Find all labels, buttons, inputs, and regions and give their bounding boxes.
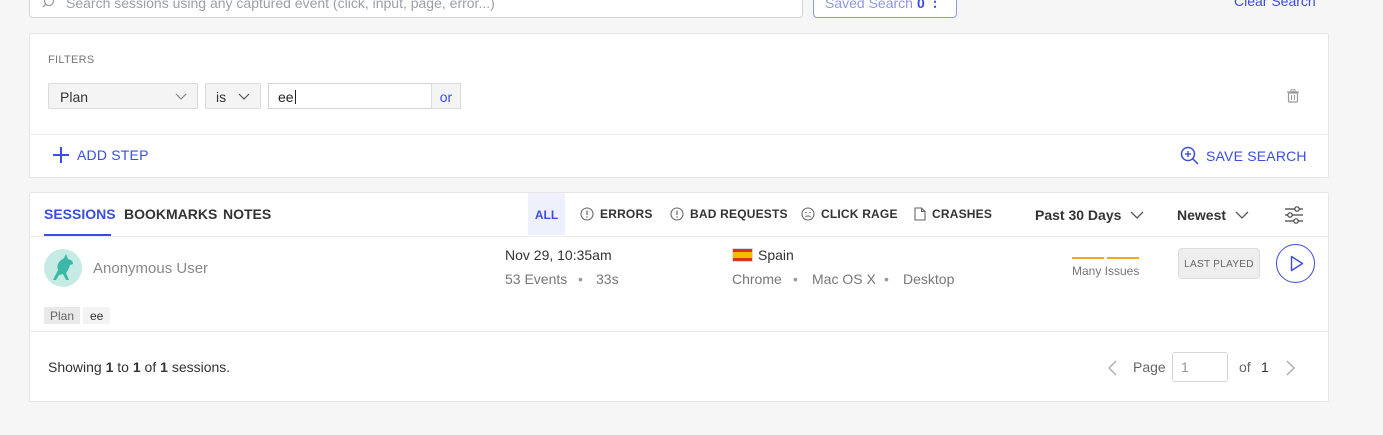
alert-circle-icon <box>580 207 594 221</box>
divider <box>30 134 1328 135</box>
session-browser: Chrome <box>732 271 782 287</box>
issue-indicator <box>1107 257 1139 259</box>
filter-click-rage-label: CLICK RAGE <box>821 207 898 221</box>
chevron-right-icon[interactable] <box>1284 360 1296 376</box>
event-count: 53 Events <box>505 271 568 287</box>
sort-dropdown[interactable]: Newest <box>1177 207 1249 223</box>
divider <box>30 236 1328 237</box>
filter-all[interactable]: ALL <box>528 193 565 235</box>
filters-panel: FILTERS Plan is ee or ADD STEP SAVE SEAR… <box>29 33 1329 178</box>
save-search-label: SAVE SEARCH <box>1206 147 1307 164</box>
period-value: Past 30 Days <box>1035 207 1122 223</box>
page-label: Page <box>1133 359 1166 375</box>
of-label: of <box>1239 359 1251 375</box>
session-duration: 33s <box>596 271 619 287</box>
sliders-icon[interactable] <box>1284 205 1304 225</box>
issue-indicator <box>1072 257 1104 259</box>
plus-icon <box>52 146 70 164</box>
chevron-down-icon <box>1235 210 1249 220</box>
add-step-button[interactable]: ADD STEP <box>52 146 149 164</box>
filter-bad-requests[interactable]: BAD REQUESTS <box>670 207 788 221</box>
showing-prefix: Showing <box>48 359 102 375</box>
sort-value: Newest <box>1177 207 1227 223</box>
chevron-down-icon <box>175 91 187 101</box>
add-step-label: ADD STEP <box>77 147 149 163</box>
chevron-down-icon <box>1130 210 1144 220</box>
total-pages: 1 <box>1261 359 1269 375</box>
session-date: Nov 29, 10:35am <box>505 247 612 263</box>
period-dropdown[interactable]: Past 30 Days <box>1035 207 1144 223</box>
showing-from: 1 <box>105 359 114 375</box>
showing-total: 1 <box>160 359 168 375</box>
filter-value-text: ee <box>278 89 294 105</box>
play-icon <box>1290 255 1304 272</box>
filters-label: FILTERS <box>48 54 95 66</box>
filter-errors[interactable]: ERRORS <box>580 207 653 221</box>
file-icon <box>914 207 926 221</box>
showing-to: 1 <box>132 359 141 375</box>
saved-search-count: 0 <box>916 0 925 11</box>
save-search-button[interactable]: SAVE SEARCH <box>1180 146 1307 165</box>
issues-label: Many Issues <box>1072 264 1140 278</box>
saved-search-label: Saved Search <box>825 0 913 11</box>
text-caret <box>294 90 296 104</box>
tab-notes[interactable]: NOTES <box>223 206 271 222</box>
filter-field-value: Plan <box>60 89 89 105</box>
spain-flag-icon <box>732 248 753 262</box>
filter-crashes[interactable]: CRASHES <box>914 207 992 221</box>
divider <box>30 331 1328 332</box>
search-placeholder: Search sessions using any captured event… <box>66 0 495 11</box>
frown-icon <box>801 207 815 221</box>
session-country: Spain <box>758 247 794 263</box>
filter-errors-label: ERRORS <box>600 207 653 221</box>
tag-value: ee <box>83 307 111 324</box>
filter-field-dropdown[interactable]: Plan <box>48 83 198 109</box>
more-options-icon[interactable]: ⋮ <box>928 0 942 10</box>
last-played-badge: LAST PLAYED <box>1178 248 1260 279</box>
separator-dot: • <box>884 271 889 287</box>
filter-click-rage[interactable]: CLICK RAGE <box>801 207 898 221</box>
alert-circle-icon <box>670 207 684 221</box>
tag-key: Plan <box>44 307 81 324</box>
play-button[interactable] <box>1276 244 1315 283</box>
filter-operator-value: is <box>216 89 227 105</box>
session-os: Mac OS X <box>812 271 876 287</box>
showing-of-word: of <box>144 359 157 375</box>
tab-sessions[interactable]: SESSIONS <box>44 206 116 222</box>
separator-dot: • <box>578 271 583 287</box>
or-button[interactable]: or <box>431 83 461 109</box>
trash-icon[interactable] <box>1286 89 1300 103</box>
chevron-left-icon[interactable] <box>1107 360 1119 376</box>
search-icon <box>42 0 58 10</box>
filter-crashes-label: CRASHES <box>932 207 993 221</box>
zoom-in-icon <box>1180 146 1199 165</box>
page-input[interactable]: 1 <box>1172 352 1228 382</box>
search-input[interactable]: Search sessions using any captured event… <box>29 0 803 18</box>
chevron-down-icon <box>238 91 250 101</box>
separator-dot: • <box>793 271 798 287</box>
clear-search-link[interactable]: Clear Search <box>1234 0 1316 9</box>
sessions-panel: SESSIONS BOOKMARKS NOTES ALL ERRORS BAD … <box>29 192 1329 402</box>
tab-bookmarks[interactable]: BOOKMARKS <box>124 206 217 222</box>
showing-suffix: sessions. <box>171 359 231 375</box>
filter-bad-requests-label: BAD REQUESTS <box>690 207 788 221</box>
session-device: Desktop <box>903 271 955 287</box>
pagination-summary: Showing 1 to 1 of 1 sessions. <box>48 359 230 375</box>
user-name[interactable]: Anonymous User <box>93 260 208 277</box>
filter-operator-dropdown[interactable]: is <box>205 83 261 109</box>
showing-to-word: to <box>117 359 129 375</box>
avatar <box>44 249 82 287</box>
saved-search-button[interactable]: Saved Search 0 ⋮ <box>813 0 957 18</box>
filter-value-input[interactable]: ee <box>268 83 432 109</box>
